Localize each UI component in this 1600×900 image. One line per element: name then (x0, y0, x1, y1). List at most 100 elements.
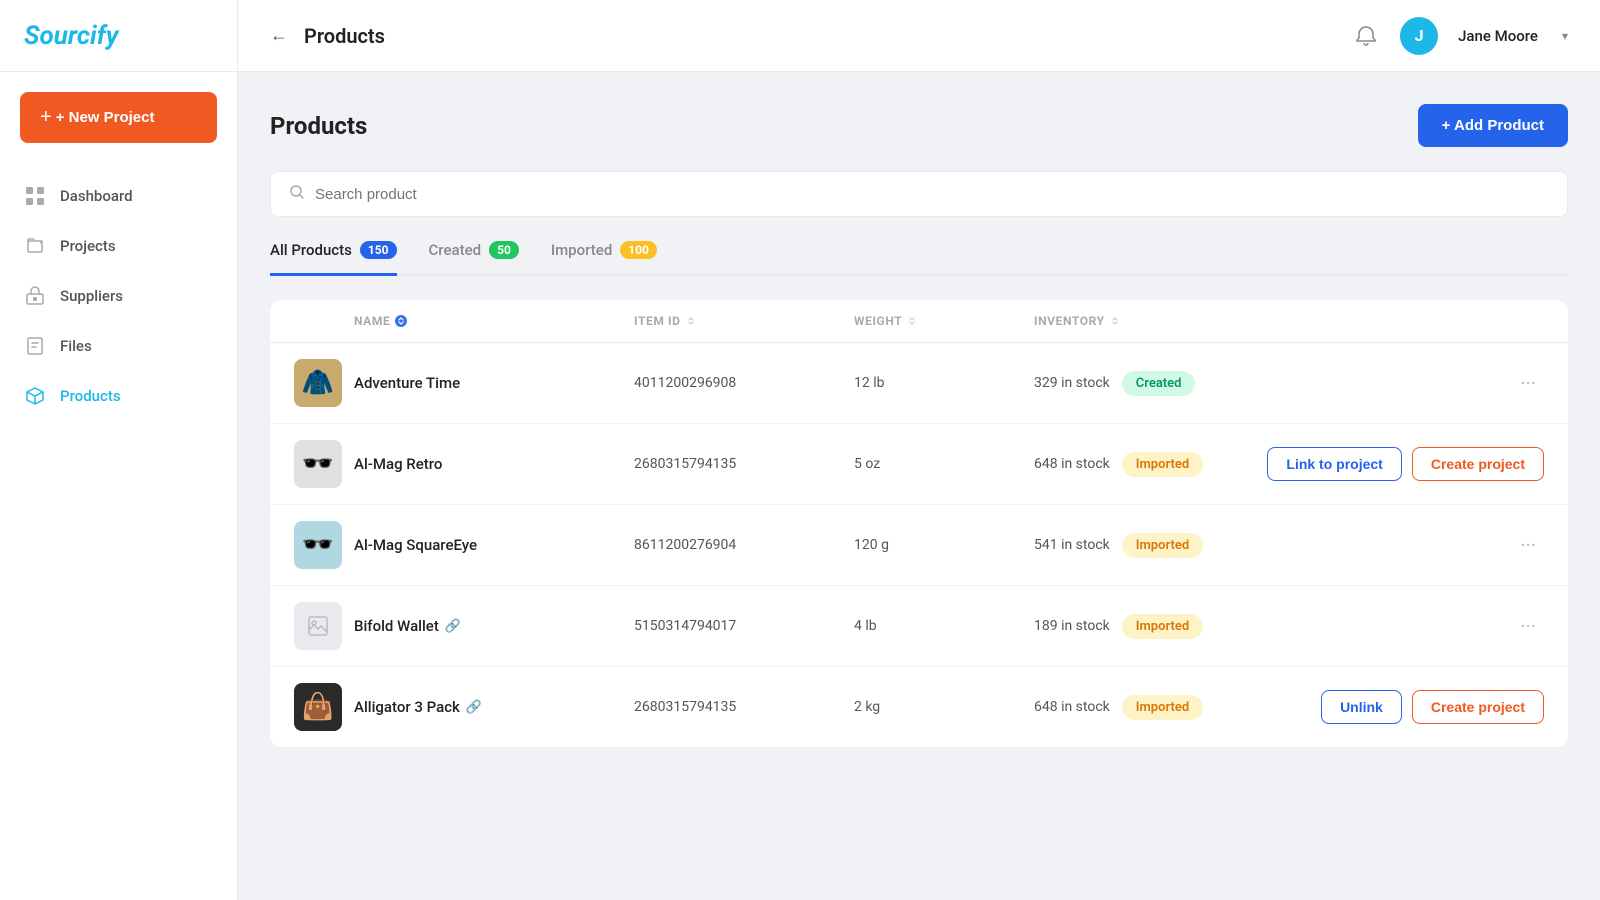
tab-created[interactable]: Created 50 (429, 241, 519, 276)
user-avatar: J (1400, 17, 1438, 55)
notification-bell-icon[interactable] (1352, 22, 1380, 50)
sidebar-item-label-suppliers: Suppliers (60, 287, 123, 305)
content-header: Products + Add Product (270, 104, 1568, 147)
product-weight: 120 g (854, 537, 1034, 553)
tab-imported[interactable]: Imported 100 (551, 241, 657, 276)
sidebar-item-label-files: Files (60, 337, 92, 355)
product-weight: 5 oz (854, 456, 1034, 472)
new-project-button[interactable]: + + New Project (20, 92, 217, 143)
product-status-badge: Imported (1122, 533, 1203, 558)
app-logo: Sourcify (24, 21, 118, 51)
product-name-cell: Al-Mag SquareEye (354, 536, 634, 554)
tab-created-badge: 50 (489, 241, 519, 259)
suppliers-icon (24, 285, 46, 307)
topbar: ← Products J Jane Moore ▾ (238, 0, 1600, 72)
product-weight: 2 kg (854, 699, 1034, 715)
search-bar (270, 171, 1568, 217)
item-id-sort-icon[interactable] (685, 315, 697, 327)
create-project-button[interactable]: Create project (1412, 690, 1544, 724)
product-item-id: 4011200296908 (634, 375, 854, 391)
name-sort-icon[interactable] (394, 314, 408, 328)
more-options-icon[interactable]: ··· (1512, 367, 1544, 399)
product-thumb: 🕶️ (294, 521, 342, 569)
tab-all-products[interactable]: All Products 150 (270, 241, 397, 276)
table-row: 🧥 Adventure Time 4011200296908 12 lb 329… (270, 343, 1568, 424)
product-inventory-cell: 189 in stock Imported (1034, 614, 1254, 639)
col-inventory-label: INVENTORY (1034, 314, 1105, 328)
sidebar-item-label-projects: Projects (60, 237, 116, 255)
sidebar-item-suppliers[interactable]: Suppliers (0, 271, 237, 321)
product-status-badge: Imported (1122, 614, 1203, 639)
sidebar: Sourcify + + New Project Dashboard (0, 0, 238, 900)
product-name: Adventure Time (354, 374, 634, 392)
search-input[interactable] (315, 186, 1549, 203)
product-thumb: 🕶️ (294, 440, 342, 488)
product-status-badge: Imported (1122, 695, 1203, 720)
user-chevron-icon[interactable]: ▾ (1562, 29, 1568, 43)
product-name-cell: Bifold Wallet🔗 (354, 617, 634, 635)
content-area: Products + Add Product All Products 150 (238, 72, 1600, 900)
table-header-row: NAME ITEM ID (270, 300, 1568, 343)
col-inventory: INVENTORY (1034, 314, 1254, 328)
product-weight: 12 lb (854, 375, 1034, 391)
product-inventory: 189 in stock (1034, 618, 1110, 634)
table-row: 👜 Alligator 3 Pack🔗 2680315794135 2 kg 6… (270, 667, 1568, 747)
link-icon: 🔗 (445, 619, 461, 634)
sidebar-item-dashboard[interactable]: Dashboard (0, 171, 237, 221)
product-name-cell: Alligator 3 Pack🔗 (354, 698, 634, 716)
inventory-sort-icon[interactable] (1109, 315, 1121, 327)
product-status-badge: Imported (1122, 452, 1203, 477)
product-name: Bifold Wallet🔗 (354, 617, 634, 635)
product-inventory: 541 in stock (1034, 537, 1110, 553)
link-icon: 🔗 (466, 700, 482, 715)
add-product-button[interactable]: + Add Product (1418, 104, 1568, 147)
col-name-label: NAME (354, 314, 390, 328)
tab-imported-badge: 100 (620, 241, 657, 259)
link-to-project-button[interactable]: Link to project (1267, 447, 1401, 481)
page-title: Products (270, 112, 367, 140)
plus-icon: + (40, 106, 52, 129)
sidebar-item-label-dashboard: Dashboard (60, 187, 133, 205)
more-options-icon[interactable]: ··· (1512, 610, 1544, 642)
product-item-id: 2680315794135 (634, 456, 854, 472)
topbar-title: Products (304, 24, 1340, 48)
unlink-button[interactable]: Unlink (1321, 690, 1402, 724)
product-inventory-cell: 648 in stock Imported (1034, 452, 1254, 477)
sidebar-item-projects[interactable]: Projects (0, 221, 237, 271)
sidebar-item-files[interactable]: Files (0, 321, 237, 371)
product-item-id: 8611200276904 (634, 537, 854, 553)
col-item-id: ITEM ID (634, 314, 854, 328)
new-project-label: + New Project (56, 109, 155, 126)
more-options-icon[interactable]: ··· (1512, 529, 1544, 561)
product-inventory-cell: 541 in stock Imported (1034, 533, 1254, 558)
product-item-id: 5150314794017 (634, 618, 854, 634)
table-row: 🕶️ Al-Mag SquareEye 8611200276904 120 g … (270, 505, 1568, 586)
product-thumb (294, 602, 342, 650)
row-actions: Link to project Create project (1254, 447, 1544, 481)
product-name-cell: Adventure Time (354, 374, 634, 392)
sidebar-nav: Dashboard Projects Suppliers (0, 163, 237, 429)
topbar-actions: J Jane Moore ▾ (1352, 17, 1568, 55)
product-name-cell: Al-Mag Retro (354, 455, 634, 473)
tab-all-products-label: All Products (270, 241, 352, 259)
tab-all-products-badge: 150 (360, 241, 397, 259)
product-inventory: 648 in stock (1034, 456, 1110, 472)
logo-area: Sourcify (0, 0, 237, 72)
add-product-label: + Add Product (1442, 117, 1544, 134)
sidebar-item-label-products: Products (60, 387, 121, 405)
row-actions: ··· (1254, 367, 1544, 399)
products-table: NAME ITEM ID (270, 300, 1568, 747)
files-icon (24, 335, 46, 357)
products-icon (24, 385, 46, 407)
search-icon (289, 184, 305, 204)
product-item-id: 2680315794135 (634, 699, 854, 715)
product-status-badge: Created (1122, 371, 1196, 396)
main-area: ← Products J Jane Moore ▾ Products + Add… (238, 0, 1600, 900)
tabs-bar: All Products 150 Created 50 Imported 100 (270, 241, 1568, 276)
back-arrow-icon[interactable]: ← (270, 25, 288, 46)
create-project-button[interactable]: Create project (1412, 447, 1544, 481)
product-thumb: 🧥 (294, 359, 342, 407)
weight-sort-icon[interactable] (906, 315, 918, 327)
sidebar-item-products[interactable]: Products (0, 371, 237, 421)
table-body: 🧥 Adventure Time 4011200296908 12 lb 329… (270, 343, 1568, 747)
